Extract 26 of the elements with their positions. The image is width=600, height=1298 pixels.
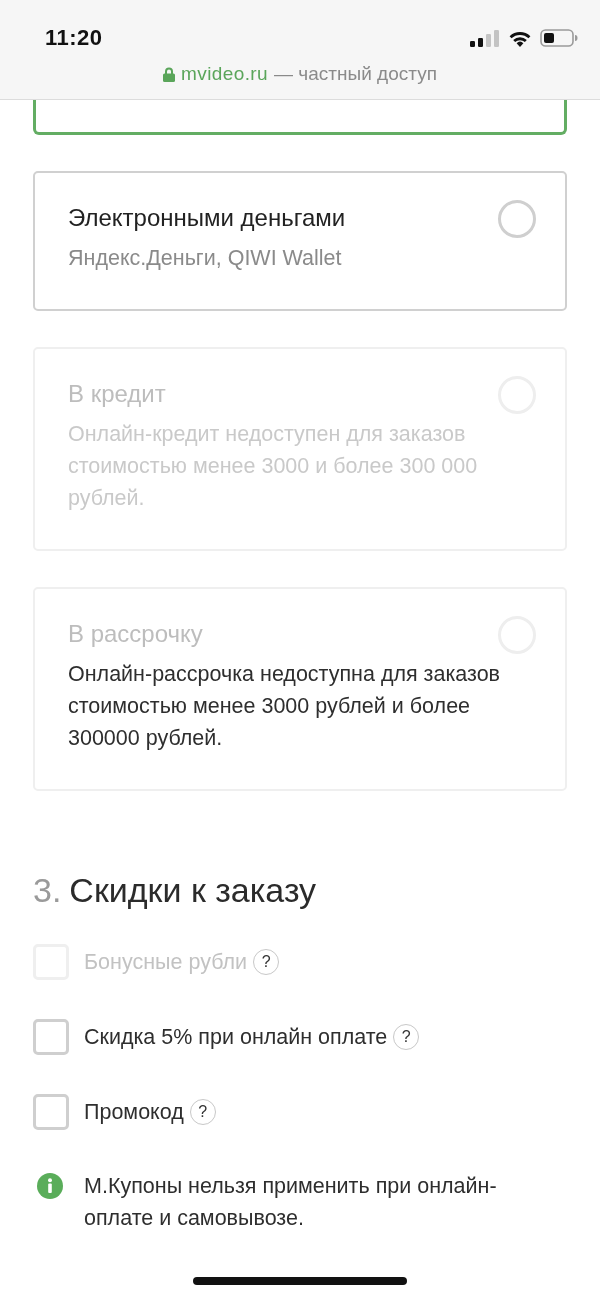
section-number: 3. (33, 871, 62, 909)
battery-icon (540, 29, 578, 47)
checkbox-label: Бонусные рубли (84, 949, 248, 975)
option-title: В рассрочку (68, 619, 204, 649)
option-title: В кредит (68, 379, 167, 409)
payment-option-card[interactable]: Электронными деньгами Яндекс.Деньги, QIWI Wallet (33, 171, 567, 311)
checkbox[interactable] (33, 1019, 69, 1055)
radio-button[interactable] (498, 200, 536, 238)
option-note: Онлайн-рассрочка недоступна для заказов стоимостью менее 3000 рублей и более 300000 рублей. (68, 661, 501, 752)
info-text: М.Купоны нельзя применить при онлайн-оплате и самовывозе. (84, 1173, 498, 1232)
checkbox-label: Промокод (84, 1099, 184, 1125)
section-title: Скидки к заказу (69, 871, 317, 909)
help-button[interactable]: ? (189, 1099, 216, 1125)
info-icon (37, 1173, 63, 1199)
wifi-icon (508, 29, 532, 47)
payment-option-card[interactable] (33, 100, 567, 135)
option-title: Электронными деньгами (68, 203, 347, 233)
checkbox[interactable] (33, 1094, 69, 1130)
clock-time: 11:20 (45, 25, 103, 51)
option-subtitle: Яндекс.Деньги, QIWI Wallet (68, 245, 343, 272)
lock-icon (163, 66, 176, 82)
signal-icon (470, 29, 500, 47)
checkbox-label: Скидка 5% при онлайн оплате (84, 1024, 388, 1050)
privacy-label: — частный доступ (274, 63, 437, 85)
help-button[interactable]: ? (393, 1024, 420, 1050)
site-domain: mvideo.ru (181, 63, 269, 85)
